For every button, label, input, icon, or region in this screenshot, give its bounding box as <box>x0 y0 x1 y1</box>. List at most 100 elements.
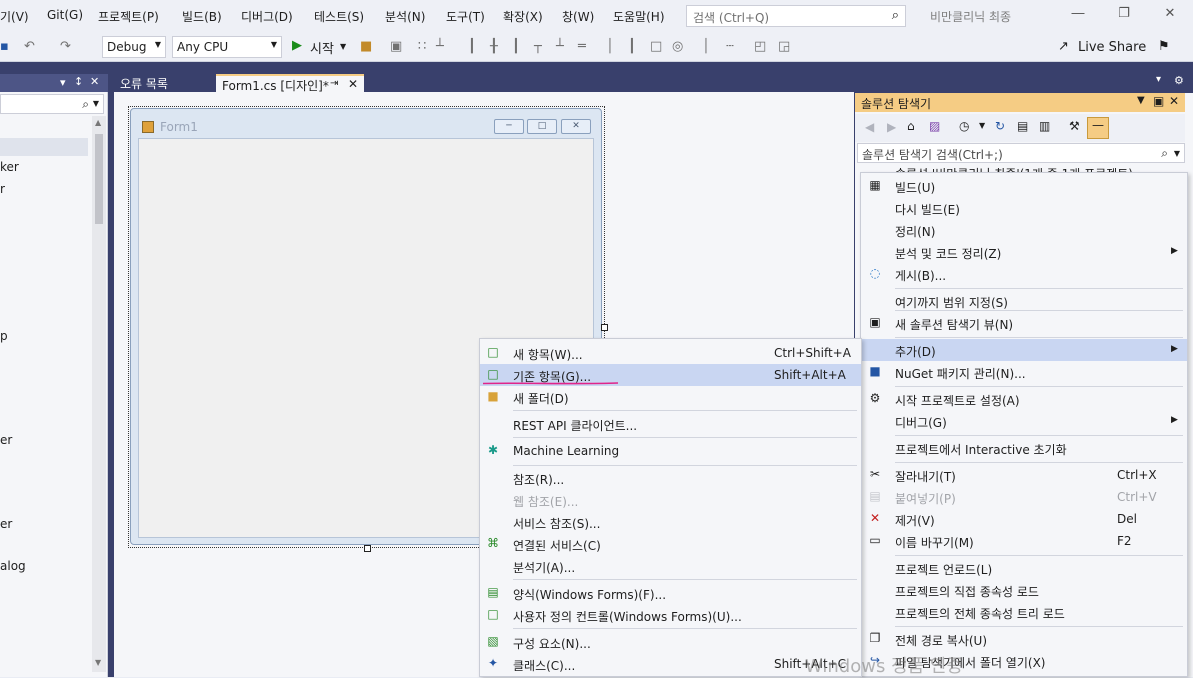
history-icon[interactable]: ◷ <box>959 119 969 133</box>
menu-git[interactable]: Git(G) <box>47 8 83 22</box>
align-center-icon[interactable]: ┴ <box>436 39 444 54</box>
resize-handle[interactable] <box>601 324 608 331</box>
menu-item[interactable]: 웹 참조(E)... <box>480 489 861 511</box>
menu-item[interactable]: ▣ 새 솔루션 탐색기 뷰(N) <box>861 312 1187 334</box>
redo-icon[interactable]: ↷ <box>60 39 71 54</box>
menu-item[interactable]: ▤ 붙여넣기(P) Ctrl+V <box>861 486 1187 508</box>
menu-extensions[interactable]: 확장(X) <box>503 8 543 25</box>
menu-item[interactable]: ▦ 빌드(U) <box>861 175 1187 197</box>
close-icon[interactable]: ✕ <box>90 75 99 88</box>
toolbox-search-input[interactable]: ⌕ ▼ <box>0 94 104 114</box>
maximize-icon[interactable]: ▣ <box>1153 94 1164 108</box>
chevron-down-icon[interactable]: ▼ <box>979 121 985 130</box>
menu-item[interactable]: ✱ Machine Learning <box>480 440 861 462</box>
toolbox-scrollbar[interactable]: ▲ ▼ <box>92 116 106 672</box>
menu-debug[interactable]: 디버그(D) <box>241 8 293 25</box>
toolbox-item[interactable]: ker <box>0 160 19 174</box>
tab-error-list[interactable]: 오류 목록 <box>114 74 214 92</box>
menu-project[interactable]: 프로젝트(P) <box>98 8 159 25</box>
tab-list-dropdown-icon[interactable]: ▾ <box>1156 74 1161 85</box>
forward-icon[interactable]: ▶ <box>887 120 896 134</box>
save-all-icon[interactable]: ▪ <box>0 39 9 54</box>
menu-item[interactable]: 정리(N) <box>861 219 1187 241</box>
menu-item[interactable]: ❐ 전체 경로 복사(U) <box>861 628 1187 650</box>
resize-handle[interactable] <box>364 545 371 552</box>
menu-item[interactable]: □ 새 항목(W)... Ctrl+Shift+A <box>480 342 861 364</box>
center-icon[interactable]: ◎ <box>672 39 683 54</box>
toolbox-item[interactable]: r <box>0 182 5 196</box>
align-middle-icon[interactable]: ╂ <box>490 39 498 54</box>
restore-icon[interactable]: ❐ <box>1110 6 1138 26</box>
scroll-down-icon[interactable]: ▼ <box>95 658 101 667</box>
menu-item[interactable]: ■ 새 폴더(D) <box>480 386 861 408</box>
send-back-icon[interactable]: ◲ <box>778 39 790 54</box>
back-icon[interactable]: ◀ <box>865 120 874 134</box>
pin-icon[interactable]: ⇥ <box>330 78 338 89</box>
pin-icon[interactable]: ↕ <box>74 75 83 88</box>
menu-item[interactable]: ▧ 구성 요소(N)... <box>480 631 861 653</box>
menu-item[interactable]: 프로젝트의 직접 종속성 로드 <box>861 579 1187 601</box>
menu-item[interactable]: ⚙ 시작 프로젝트로 설정(A) <box>861 388 1187 410</box>
menu-view[interactable]: 기(V) <box>0 8 29 25</box>
solution-search-input[interactable]: 솔루션 탐색기 검색(Ctrl+;) ⌕ ▼ <box>857 143 1185 163</box>
close-tab-icon[interactable]: ✕ <box>348 77 358 91</box>
toolbox-item[interactable]: er <box>0 433 12 447</box>
scroll-up-icon[interactable]: ▲ <box>95 118 101 127</box>
menu-item[interactable]: 서비스 참조(S)... <box>480 511 861 533</box>
chevron-down-icon[interactable]: ▼ <box>340 42 346 51</box>
close-window-icon[interactable]: ✕ <box>1156 6 1184 26</box>
align-bottom-icon[interactable]: ┴ <box>556 39 564 54</box>
v-space-icon[interactable]: ┄ <box>726 39 734 54</box>
wrench-icon[interactable]: ⚒ <box>1069 119 1080 133</box>
align-top-icon[interactable]: ┬ <box>534 39 542 54</box>
toolbox-selected-row[interactable] <box>0 138 88 156</box>
format-icon[interactable]: ▣ <box>390 39 402 54</box>
toolbox-item[interactable]: alog <box>0 559 26 573</box>
configuration-select[interactable]: Debug ▼ <box>102 36 166 58</box>
align-right-icon[interactable]: ┃ <box>512 39 520 54</box>
home-icon[interactable]: ⌂ <box>907 119 915 133</box>
dropdown-icon[interactable]: ▼ <box>1137 95 1145 106</box>
undo-icon[interactable]: ↶ <box>24 39 35 54</box>
tab-designer[interactable]: Form1.cs [디자인]* ⇥ ✕ <box>216 74 364 93</box>
menu-help[interactable]: 도움말(H) <box>613 8 665 25</box>
menu-tools[interactable]: 도구(T) <box>446 8 485 25</box>
menu-build[interactable]: 빌드(B) <box>182 8 222 25</box>
refresh-icon[interactable]: ↻ <box>995 119 1005 133</box>
spacing-icon[interactable]: │ <box>606 39 614 54</box>
menu-item[interactable]: 여기까지 범위 지정(S) <box>861 290 1187 312</box>
bring-front-icon[interactable]: ◰ <box>754 39 766 54</box>
menu-item[interactable]: 분석기(A)... <box>480 555 861 577</box>
toolbox-item[interactable]: p <box>0 329 8 343</box>
minimize-icon[interactable]: ― <box>1064 6 1092 26</box>
search-input[interactable]: 검색 (Ctrl+Q) ⌕ <box>686 5 906 27</box>
start-button-label[interactable]: 시작 <box>310 38 334 57</box>
menu-item[interactable]: ⌘ 연결된 서비스(C) <box>480 533 861 555</box>
menu-item[interactable]: 프로젝트에서 Interactive 초기화 <box>861 437 1187 459</box>
align-grid-icon[interactable]: ∷ <box>418 39 426 54</box>
toolbox-item[interactable]: er <box>0 517 12 531</box>
menu-item[interactable]: ▭ 이름 바꾸기(M) F2 <box>861 530 1187 552</box>
close-icon[interactable]: ✕ <box>1169 94 1179 108</box>
vs-icon[interactable]: ▨ <box>929 119 940 133</box>
menu-item[interactable]: ✦ 클래스(C)... Shift+Alt+C <box>480 653 861 675</box>
menu-item[interactable]: 분석 및 코드 정리(Z) ▶ <box>861 241 1187 263</box>
menu-test[interactable]: 테스트(S) <box>314 8 364 25</box>
menu-item[interactable]: □ 사용자 정의 컨트롤(Windows Forms)(U)... <box>480 604 861 626</box>
menu-item[interactable]: 추가(D) ▶ <box>861 339 1187 361</box>
align-left-icon[interactable]: ┃ <box>468 39 476 54</box>
menu-item[interactable]: ◌ 게시(B)... <box>861 263 1187 285</box>
live-share-button[interactable]: Live Share <box>1078 40 1146 55</box>
h-space-icon[interactable]: │ <box>702 39 710 54</box>
preview-icon[interactable]: — <box>1087 117 1109 139</box>
menu-item[interactable]: ■ NuGet 패키지 관리(N)... <box>861 361 1187 383</box>
menu-window[interactable]: 창(W) <box>562 8 594 25</box>
menu-item[interactable]: ✕ 제거(V) Del <box>861 508 1187 530</box>
menu-item[interactable]: ✂ 잘라내기(T) Ctrl+X <box>861 464 1187 486</box>
menu-item[interactable]: 프로젝트 언로드(L) <box>861 557 1187 579</box>
collapse-icon[interactable]: ▤ <box>1017 119 1028 133</box>
dropdown-icon[interactable]: ▾ <box>60 76 66 89</box>
open-folder-icon[interactable]: ■ <box>360 39 372 54</box>
feedback-icon[interactable]: ⚑ <box>1158 39 1170 54</box>
show-all-icon[interactable]: ▥ <box>1039 119 1050 133</box>
